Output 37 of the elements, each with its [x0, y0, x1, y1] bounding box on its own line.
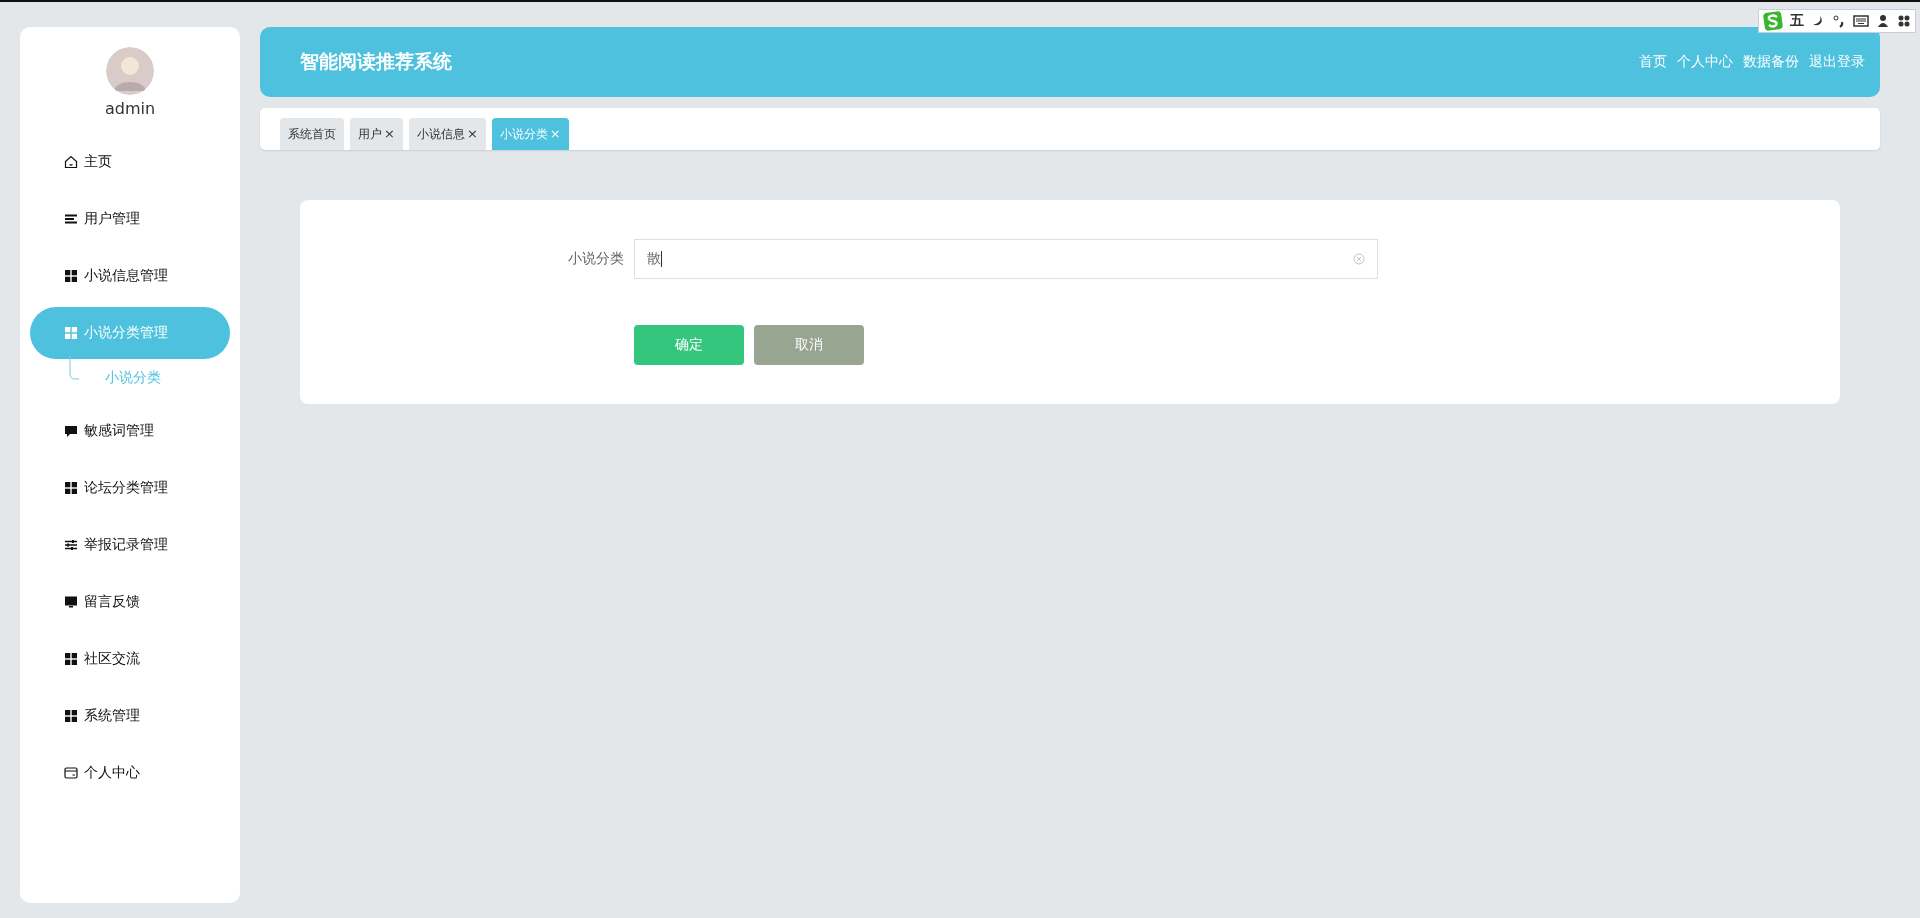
menu-item[interactable]: 社区交流: [30, 633, 230, 685]
menu-item[interactable]: 小说信息管理: [30, 250, 230, 302]
keyboard-icon[interactable]: [1853, 14, 1869, 28]
card-icon: [64, 766, 78, 780]
field-label: 小说分类: [567, 250, 624, 268]
tab[interactable]: 小说信息×: [408, 118, 486, 150]
person-icon[interactable]: [1876, 14, 1890, 28]
home-icon: [64, 155, 78, 169]
menu-item[interactable]: 留言反馈: [30, 576, 230, 628]
grid-icon: [64, 269, 78, 283]
list-icon: [64, 212, 78, 226]
input-mode[interactable]: 五: [1790, 12, 1804, 30]
moon-icon[interactable]: [1811, 14, 1825, 28]
sliders-icon: [64, 538, 78, 552]
menu-item[interactable]: 主页: [30, 136, 230, 188]
grid-icon[interactable]: [1897, 14, 1911, 28]
grid-icon: [64, 481, 78, 495]
grid-icon: [64, 326, 78, 340]
app-title: 智能阅读推荐系统: [300, 49, 452, 74]
menu-item[interactable]: 敏感词管理: [30, 405, 230, 457]
tab[interactable]: 系统首页: [280, 118, 344, 150]
punctuation-icon[interactable]: [1832, 14, 1846, 28]
menu-item[interactable]: 用户管理: [30, 193, 230, 245]
avatar: [106, 47, 154, 95]
monitor-icon: [64, 595, 78, 609]
ime-logo-icon[interactable]: [1763, 11, 1783, 31]
chat-icon: [64, 424, 78, 438]
branch-line: [69, 356, 79, 380]
menu-item[interactable]: 举报记录管理: [30, 519, 230, 571]
tab[interactable]: 用户×: [350, 118, 403, 150]
menu-item[interactable]: 论坛分类管理: [30, 462, 230, 514]
menu-item[interactable]: 系统管理: [30, 690, 230, 742]
grid-icon: [64, 652, 78, 666]
grid-icon: [64, 709, 78, 723]
menu-item[interactable]: 个人中心: [30, 747, 230, 799]
input-field[interactable]: 散: [634, 239, 1378, 279]
user-name: admin: [104, 99, 156, 118]
